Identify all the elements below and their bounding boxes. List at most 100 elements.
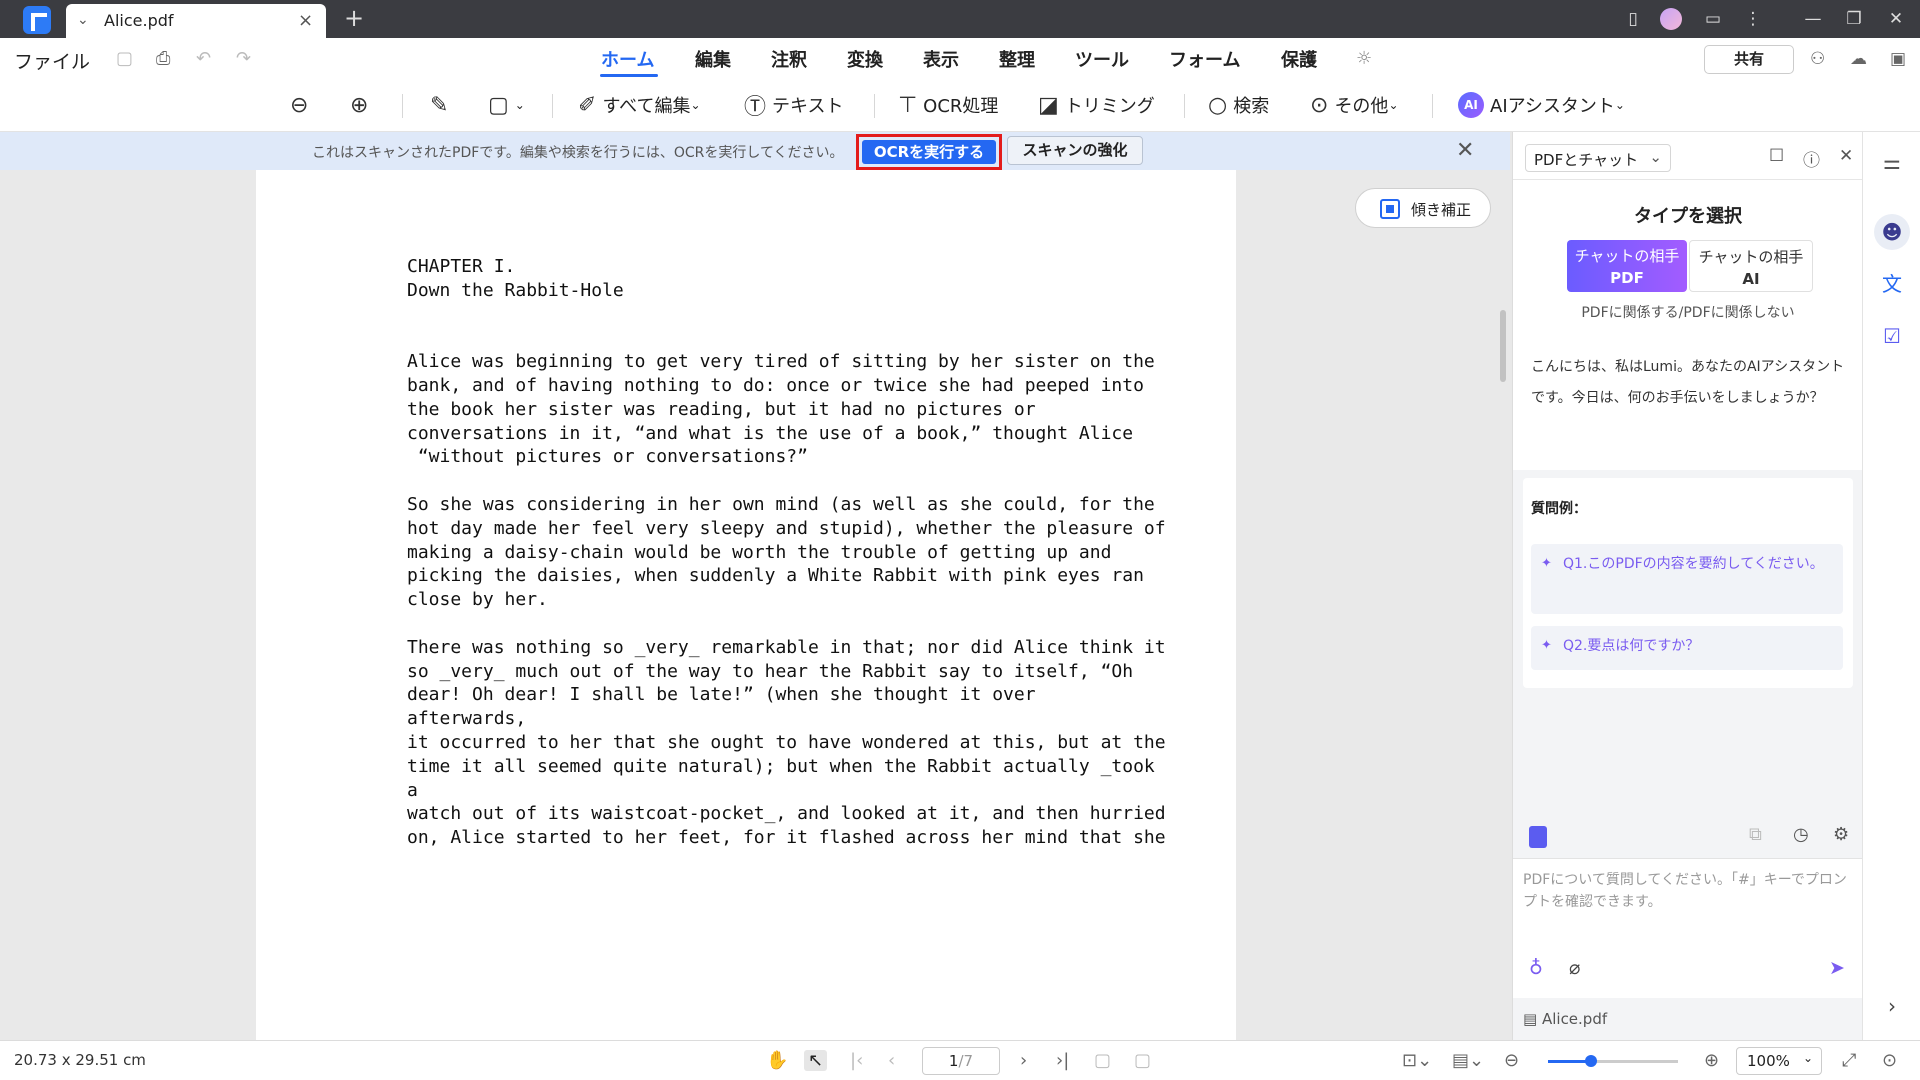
tab-chevron-icon[interactable]: ⌄ xyxy=(77,12,89,28)
zoom-slider[interactable] xyxy=(1548,1055,1678,1067)
select-tool-icon[interactable]: ↖ xyxy=(804,1050,828,1071)
run-ocr-highlight: OCRを実行する xyxy=(856,134,1002,170)
pdf-text-line: close by her. xyxy=(407,589,548,611)
page-size: 20.73 x 29.51 cm xyxy=(14,1051,146,1069)
hand-tool-icon[interactable]: ✋ xyxy=(766,1050,788,1071)
tab-annotate[interactable]: 注釈 xyxy=(771,46,807,72)
chat-mode-dropdown[interactable]: PDFとチャット ⌄ xyxy=(1525,144,1671,172)
ai-assistant-button[interactable]: AI AIアシスタント ⌄ xyxy=(1458,89,1625,121)
tab-view[interactable]: 表示 xyxy=(923,46,959,72)
window-close-icon[interactable]: ✕ xyxy=(1885,8,1907,30)
minimize-icon[interactable]: — xyxy=(1802,8,1824,30)
tab-tools[interactable]: ツール xyxy=(1075,46,1129,72)
text-box-icon: Ⓣ xyxy=(744,95,767,120)
panel-close-icon[interactable]: ✕ xyxy=(1839,146,1853,166)
pdf-page[interactable]: CHAPTER I. Down the Rabbit-Hole Alice was … xyxy=(256,170,1236,1040)
text-label: テキスト xyxy=(772,96,844,117)
knowledge-base-icon[interactable] xyxy=(1529,826,1547,848)
deskew-button[interactable]: 傾き補正 xyxy=(1355,188,1491,228)
page-number-input[interactable]: 1/7 xyxy=(922,1047,1000,1075)
status-zoom-in-icon[interactable]: ⊕ xyxy=(1704,1050,1719,1071)
edit-all-button[interactable]: ✐ すべて編集 ⌄ xyxy=(578,89,701,121)
chat-with-pdf-option[interactable]: チャットの相手 PDF xyxy=(1567,240,1687,292)
last-page-icon[interactable]: ›| xyxy=(1056,1050,1069,1071)
document-tab[interactable]: ⌄ Alice.pdf × xyxy=(66,4,326,38)
tab-organize[interactable]: 整理 xyxy=(999,46,1035,72)
zoom-in-button[interactable]: ⊕ xyxy=(350,89,374,121)
redo-icon[interactable]: ↷ xyxy=(236,48,251,69)
title-bar: ⌄ Alice.pdf × + ▯ ▭ ⋮ — ❐ ✕ xyxy=(0,0,1920,38)
translate-icon[interactable]: 文 xyxy=(1878,270,1906,298)
crop-button[interactable]: ◪ トリミング xyxy=(1038,89,1155,121)
settings-icon[interactable]: ⚙ xyxy=(1833,824,1849,845)
tab-protect[interactable]: 保護 xyxy=(1281,46,1317,72)
type-select-subtitle: PDFに関係する/PDFに関係しない xyxy=(1581,305,1795,321)
shape-button[interactable]: ▢ ⌄ xyxy=(488,89,525,121)
new-chat-icon[interactable]: ☐ xyxy=(1769,146,1784,166)
copy-icon[interactable]: ⧉ xyxy=(1749,824,1762,845)
save-icon[interactable]: ▢ xyxy=(116,48,133,69)
prompt-bulb-icon[interactable]: ♁ xyxy=(1529,957,1543,979)
tab-home[interactable]: ホーム xyxy=(601,46,654,72)
lightbulb-icon[interactable]: ☼ xyxy=(1356,48,1372,69)
next-page-icon[interactable]: › xyxy=(1020,1050,1027,1071)
rotate-right-icon[interactable]: ▢ xyxy=(1134,1050,1151,1071)
undo-icon[interactable]: ↶ xyxy=(196,48,211,69)
help-icon[interactable]: ⓘ xyxy=(1803,146,1820,171)
attached-file[interactable]: ▤ Alice.pdf xyxy=(1523,1010,1607,1028)
rotate-left-icon[interactable]: ▢ xyxy=(1094,1050,1111,1071)
attach-icon[interactable]: ⌀ xyxy=(1569,957,1580,979)
example-question-2[interactable]: Q2.要点は何ですか？ xyxy=(1531,626,1843,670)
notice-close-icon[interactable]: ✕ xyxy=(1456,138,1474,163)
text-button[interactable]: Ⓣ テキスト xyxy=(744,89,843,121)
avatar[interactable] xyxy=(1660,8,1682,30)
share-button[interactable]: 共有 xyxy=(1704,45,1794,74)
zoom-out-button[interactable]: ⊖ xyxy=(290,89,314,121)
zoom-dropdown[interactable]: 100% ⌄ xyxy=(1736,1047,1822,1075)
run-ocr-button[interactable]: OCRを実行する xyxy=(862,140,996,164)
ocr-button[interactable]: ⊤ OCR処理 xyxy=(898,89,998,121)
tab-form[interactable]: フォーム xyxy=(1169,46,1240,72)
tab-edit[interactable]: 編集 xyxy=(695,46,731,72)
example-question-1[interactable]: Q1.このPDFの内容を要約してください。 xyxy=(1531,544,1843,614)
fit-page-icon[interactable]: ⊡⌄ xyxy=(1402,1050,1432,1071)
message-icon[interactable]: ▭ xyxy=(1702,8,1724,30)
zoom-value: 100% xyxy=(1747,1052,1790,1070)
more-vertical-icon[interactable]: ⋮ xyxy=(1742,8,1764,30)
document-viewer[interactable]: CHAPTER I. Down the Rabbit-Hole Alice was … xyxy=(0,170,1510,1040)
status-more-icon[interactable]: ⊙ xyxy=(1882,1050,1897,1071)
zoom-slider-handle[interactable] xyxy=(1584,1055,1597,1067)
tablet-icon[interactable]: ▯ xyxy=(1622,8,1644,30)
page-layout-icon[interactable]: ▤⌄ xyxy=(1452,1050,1484,1071)
chat-input[interactable]: PDFについて質問してください。「#」キーでプロンプトを確認できます。 ♁ ⌀ … xyxy=(1513,858,1863,998)
vertical-scrollbar[interactable] xyxy=(1500,310,1506,382)
file-menu[interactable]: ファイル xyxy=(14,47,90,74)
highlight-button[interactable]: ✎ xyxy=(430,89,454,121)
first-page-icon[interactable]: |‹ xyxy=(850,1050,863,1071)
restore-icon[interactable]: ❐ xyxy=(1843,8,1865,30)
chat-with-ai-option[interactable]: チャットの相手 AI xyxy=(1689,240,1813,292)
chat-with-pdf-line2: PDF xyxy=(1610,269,1644,287)
status-zoom-out-icon[interactable]: ⊖ xyxy=(1504,1050,1519,1071)
ai-robot-icon[interactable]: ☻ xyxy=(1874,214,1910,250)
collaborate-icon[interactable]: ⚇ xyxy=(1810,49,1825,69)
search-button[interactable]: ○ 検索 xyxy=(1208,89,1269,121)
fullscreen-icon[interactable]: ⤢ xyxy=(1842,1050,1856,1071)
crop-label: トリミング xyxy=(1064,96,1155,117)
expand-panel-icon[interactable]: › xyxy=(1878,992,1906,1020)
print-icon[interactable]: ⎙ xyxy=(156,48,170,69)
tasks-icon[interactable]: ☑ xyxy=(1878,322,1906,350)
tab-convert[interactable]: 変換 xyxy=(847,46,883,72)
tab-close-icon[interactable]: × xyxy=(298,10,313,31)
file-icon: ▤ xyxy=(1523,1010,1538,1028)
panel-toggle-icon[interactable]: ▣ xyxy=(1890,49,1906,69)
send-icon[interactable]: ➤ xyxy=(1829,957,1845,979)
more-button[interactable]: ⊙ その他 ⌄ xyxy=(1310,89,1399,121)
prev-page-icon[interactable]: ‹ xyxy=(888,1050,895,1071)
properties-icon[interactable]: ⚌ xyxy=(1878,148,1906,176)
cloud-upload-icon[interactable]: ☁ xyxy=(1850,49,1867,69)
new-tab-button[interactable]: + xyxy=(344,4,364,32)
enhance-scan-button[interactable]: スキャンの強化 xyxy=(1007,136,1143,165)
ai-assistant-label: AIアシスタント xyxy=(1490,96,1615,117)
history-icon[interactable]: ◷ xyxy=(1793,824,1809,845)
